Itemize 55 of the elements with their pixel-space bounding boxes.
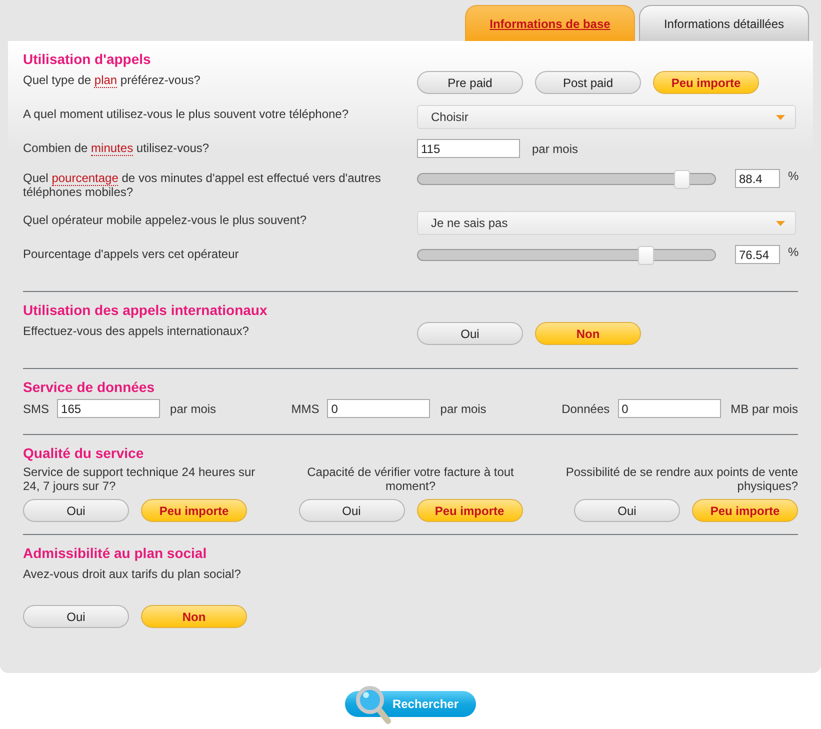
unit-label: par mois bbox=[532, 141, 578, 156]
option-button[interactable]: Oui bbox=[23, 605, 129, 628]
option-button[interactable]: Peu importe bbox=[653, 71, 759, 94]
question-label: Combien de minutes utilisez-vous? bbox=[23, 140, 210, 158]
caret-icon bbox=[776, 220, 785, 226]
slider-thumb[interactable] bbox=[674, 170, 690, 189]
unit-label: % bbox=[788, 245, 799, 259]
option-button[interactable]: Peu importe bbox=[692, 499, 798, 522]
glossary-link[interactable]: minutes bbox=[91, 141, 134, 156]
field-label: MMS bbox=[291, 401, 320, 416]
question-label: Quel pourcentage de vos minutes d'appel est effectué vers d'autres téléphones mobiles? bbox=[23, 170, 382, 201]
option-button[interactable]: Non bbox=[535, 322, 641, 345]
field-label: Données bbox=[562, 401, 610, 416]
question-label: Pourcentage d'appels vers cet opérateur bbox=[23, 246, 240, 263]
option-button[interactable]: Non bbox=[141, 605, 247, 628]
quantity-field[interactable]: 0 bbox=[618, 399, 721, 418]
percent-field[interactable]: 76.54 bbox=[735, 245, 780, 264]
question-label: A quel moment utilisez-vous le plus souvent votre téléphone? bbox=[23, 106, 350, 123]
field-label: SMS bbox=[23, 401, 50, 416]
question-label: Capacité de vérifier votre facture à tout moment? bbox=[306, 465, 515, 495]
unit-label: % bbox=[788, 169, 799, 183]
option-button[interactable]: Post paid bbox=[535, 71, 641, 94]
option-button[interactable]: Peu importe bbox=[416, 499, 522, 522]
slider-thumb[interactable] bbox=[638, 246, 654, 265]
unit-label: par mois bbox=[170, 401, 216, 416]
section-title: Utilisation d'appels bbox=[23, 51, 152, 67]
section-title: Admissibilité au plan social bbox=[23, 545, 208, 561]
question-label: Avez-vous droit aux tarifs du plan social? bbox=[23, 566, 242, 583]
quantity-field[interactable]: 165 bbox=[57, 399, 160, 418]
quantity-field[interactable]: 0 bbox=[327, 399, 430, 418]
option-button[interactable]: Oui bbox=[298, 499, 404, 522]
option-button[interactable]: Oui bbox=[23, 499, 129, 522]
option-button[interactable]: Pre paid bbox=[417, 71, 523, 94]
unit-label: MB par mois bbox=[730, 401, 798, 416]
dropdown[interactable]: Choisir bbox=[417, 105, 796, 129]
caret-icon bbox=[776, 114, 785, 120]
question-label: Service de support technique 24 heures sur 24, 7 jours sur 7? bbox=[23, 465, 256, 495]
section-title: Qualité du service bbox=[23, 445, 145, 461]
section-title: Service de données bbox=[23, 379, 156, 395]
unit-label: par mois bbox=[440, 401, 486, 416]
option-button[interactable]: Oui bbox=[574, 499, 680, 522]
question-label: Quel type de plan préférez-vous? bbox=[23, 72, 202, 90]
question-label: Effectuez-vous des appels internationaux? bbox=[23, 323, 250, 340]
glossary-link[interactable]: pourcentage bbox=[52, 171, 118, 186]
option-button[interactable]: Peu importe bbox=[141, 499, 247, 522]
percent-field[interactable]: 88.4 bbox=[735, 169, 780, 188]
search-icon bbox=[355, 685, 393, 725]
option-button[interactable]: Oui bbox=[417, 322, 523, 345]
section-title: Utilisation des appels internationaux bbox=[23, 302, 268, 318]
question-label: Possibilité de se rendre aux points de vente physiques? bbox=[564, 465, 798, 495]
minutes-field[interactable]: 115 bbox=[417, 139, 520, 158]
tab[interactable]: Informations détaillées bbox=[639, 5, 809, 41]
dropdown[interactable]: Je ne sais pas bbox=[417, 211, 796, 235]
glossary-link[interactable]: plan bbox=[94, 73, 118, 88]
question-label: Quel opérateur mobile appelez-vous le plus souvent? bbox=[23, 212, 308, 229]
